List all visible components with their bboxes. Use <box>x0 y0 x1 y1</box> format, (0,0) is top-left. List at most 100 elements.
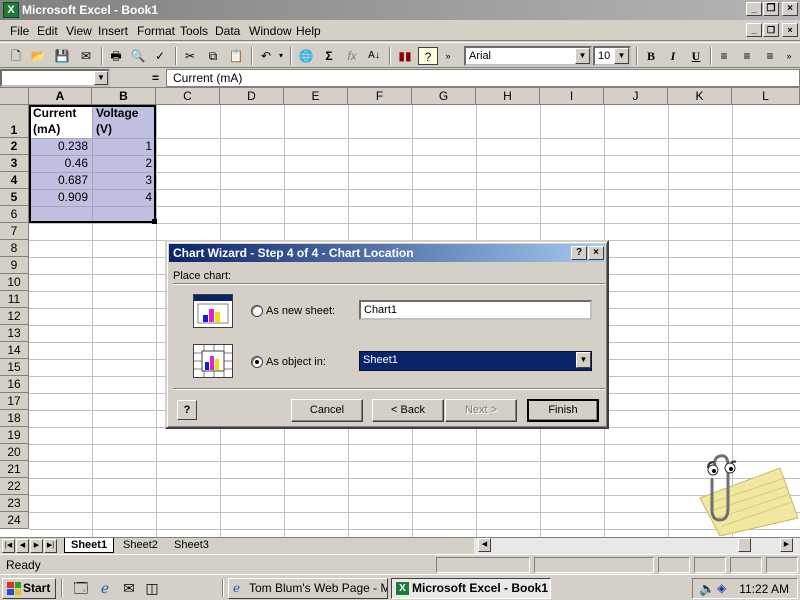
help-icon[interactable]: ? <box>418 47 438 65</box>
col-header-e[interactable]: E <box>284 88 348 105</box>
copy-icon[interactable]: ⧉ <box>203 47 223 65</box>
col-header-a[interactable]: A <box>29 88 92 105</box>
formula-input[interactable]: Current (mA) <box>166 69 800 87</box>
formula-equals[interactable]: = <box>152 71 159 85</box>
align-left-icon[interactable]: ≡ <box>714 47 734 65</box>
menu-file[interactable]: File <box>10 24 29 38</box>
row-header[interactable]: 1 <box>0 105 29 138</box>
row-header[interactable]: 16 <box>0 376 29 393</box>
col-header-j[interactable]: J <box>604 88 668 105</box>
menu-help[interactable]: Help <box>296 24 321 38</box>
autosum-icon[interactable]: Σ <box>319 47 339 65</box>
cell-b1[interactable]: Voltage (V) <box>92 105 156 137</box>
print-preview-icon[interactable]: 🔍 <box>128 47 148 65</box>
clock[interactable]: 11:22 AM <box>739 582 789 596</box>
row-header[interactable]: 18 <box>0 410 29 427</box>
row-header[interactable]: 20 <box>0 444 29 461</box>
toolbar-more-icon[interactable]: » <box>441 47 455 65</box>
align-right-icon[interactable]: ≡ <box>760 47 780 65</box>
row-header[interactable]: 6 <box>0 206 29 223</box>
row-header[interactable]: 15 <box>0 359 29 376</box>
finish-button[interactable]: Finish <box>527 399 599 422</box>
menu-format[interactable]: Format <box>137 24 175 38</box>
menu-data[interactable]: Data <box>215 24 240 38</box>
scroll-left-icon[interactable]: ◀ <box>478 538 491 552</box>
col-header-c[interactable]: C <box>156 88 220 105</box>
row-header[interactable]: 5 <box>0 189 29 206</box>
close-button[interactable]: × <box>782 2 798 16</box>
bold-icon[interactable]: B <box>641 47 661 65</box>
cell-a4[interactable]: 0.687 <box>29 172 92 189</box>
center-icon[interactable]: ≡ <box>737 47 757 65</box>
row-header[interactable]: 23 <box>0 495 29 512</box>
next-button[interactable]: Next > <box>445 399 517 422</box>
task-excel[interactable]: X Microsoft Excel - Book1 <box>391 578 551 599</box>
row-header[interactable]: 21 <box>0 461 29 478</box>
chevron-down-icon[interactable]: ▼ <box>614 48 629 64</box>
chevron-down-icon[interactable]: ▼ <box>576 352 591 368</box>
row-header[interactable]: 22 <box>0 478 29 495</box>
chevron-down-icon[interactable]: ▼ <box>575 48 590 64</box>
function-icon[interactable]: fx <box>342 47 362 65</box>
save-icon[interactable]: 💾 <box>52 47 72 65</box>
sheet-tab-sheet1[interactable]: Sheet1 <box>64 538 115 553</box>
network-icon[interactable]: ◈ <box>717 581 726 595</box>
row-header[interactable]: 17 <box>0 393 29 410</box>
start-button[interactable]: Start <box>2 578 56 599</box>
italic-icon[interactable]: I <box>663 47 683 65</box>
cancel-button[interactable]: Cancel <box>291 399 363 422</box>
fill-handle[interactable] <box>152 219 157 224</box>
next-sheet-icon[interactable]: ▶ <box>30 539 43 553</box>
minimize-button[interactable]: _ <box>746 2 762 16</box>
horizontal-scrollbar[interactable]: ◀ ▶ <box>474 538 800 554</box>
sheet-tab-sheet2[interactable]: Sheet2 <box>117 538 164 553</box>
restore-button[interactable]: ❐ <box>763 2 779 16</box>
row-header[interactable]: 8 <box>0 240 29 257</box>
last-sheet-icon[interactable]: ▶| <box>44 539 57 553</box>
cell-a3[interactable]: 0.46 <box>29 155 92 172</box>
font-size-select[interactable]: 10 ▼ <box>593 46 631 66</box>
menu-window[interactable]: Window <box>249 24 292 38</box>
row-header[interactable]: 24 <box>0 512 29 529</box>
menu-edit[interactable]: Edit <box>37 24 58 38</box>
underline-icon[interactable]: U <box>686 47 706 65</box>
col-header-f[interactable]: F <box>348 88 412 105</box>
office-assistant[interactable] <box>680 448 800 537</box>
row-header[interactable]: 9 <box>0 257 29 274</box>
task-web-page[interactable]: ℯ Tom Blum's Web Page - M... <box>228 578 388 599</box>
channels-icon[interactable]: ◫ <box>143 579 161 597</box>
col-header-g[interactable]: G <box>412 88 476 105</box>
col-header-b[interactable]: B <box>92 88 156 105</box>
col-header-i[interactable]: I <box>540 88 604 105</box>
font-name-select[interactable]: Arial ▼ <box>464 46 592 66</box>
doc-restore-button[interactable]: ❐ <box>763 23 779 37</box>
col-header-l[interactable]: L <box>732 88 800 105</box>
object-sheet-select[interactable]: Sheet1 ▼ <box>359 351 592 371</box>
prev-sheet-icon[interactable]: ◀ <box>16 539 29 553</box>
row-header[interactable]: 7 <box>0 223 29 240</box>
cell-a2[interactable]: 0.238 <box>29 138 92 155</box>
show-desktop-icon[interactable]: 🗔 <box>72 579 90 597</box>
undo-icon[interactable]: ↶ <box>256 47 276 65</box>
row-header[interactable]: 2 <box>0 138 29 155</box>
row-header[interactable]: 4 <box>0 172 29 189</box>
row-header[interactable]: 14 <box>0 342 29 359</box>
mail-icon[interactable]: ✉ <box>76 47 96 65</box>
chart-wizard-icon[interactable]: ▮▮ <box>395 47 415 65</box>
back-button[interactable]: < Back <box>372 399 444 422</box>
new-icon[interactable]: 🗋 <box>6 47 26 65</box>
cell-a5[interactable]: 0.909 <box>29 189 92 206</box>
row-header[interactable]: 10 <box>0 274 29 291</box>
spelling-icon[interactable]: ✓ <box>150 47 170 65</box>
menu-tools[interactable]: Tools <box>180 24 208 38</box>
first-sheet-icon[interactable]: |◀ <box>2 539 15 553</box>
toolbar-more-icon[interactable]: » <box>782 47 796 65</box>
volume-icon[interactable]: 🔈 <box>699 581 715 597</box>
doc-close-button[interactable]: × <box>782 23 798 37</box>
undo-dropdown-icon[interactable]: ▾ <box>276 47 286 65</box>
open-icon[interactable]: 📂 <box>28 47 48 65</box>
radio-as-object[interactable] <box>251 356 263 368</box>
chevron-down-icon[interactable]: ▼ <box>94 71 108 85</box>
menu-insert[interactable]: Insert <box>98 24 128 38</box>
cell-b4[interactable]: 3 <box>92 172 156 189</box>
